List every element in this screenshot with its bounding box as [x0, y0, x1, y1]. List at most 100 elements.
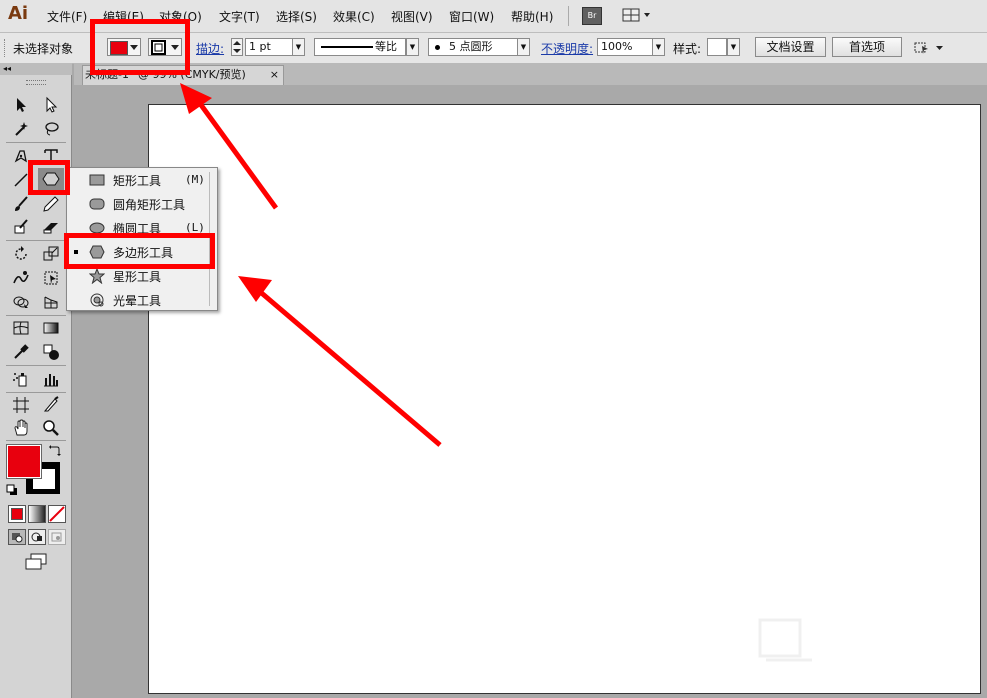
warp-tool[interactable]: [10, 268, 32, 288]
direct-selection-tool[interactable]: [40, 95, 62, 115]
annotation-box-polygon-menu: [64, 233, 215, 269]
artboard-icon: [13, 397, 29, 413]
eraser-tool[interactable]: [40, 217, 62, 237]
swap-fill-stroke-icon[interactable]: [49, 444, 61, 456]
fill-color-swatch[interactable]: [6, 444, 42, 479]
selection-tool[interactable]: [10, 95, 32, 115]
profile-label: 等比: [375, 40, 397, 53]
hand-tool[interactable]: [10, 418, 32, 438]
flyout-item-rectangle[interactable]: 矩形工具 (M): [67, 168, 217, 192]
stroke-weight-dropdown[interactable]: ▼: [292, 38, 305, 56]
brush-dropdown[interactable]: ▼: [517, 38, 530, 56]
profile-dropdown[interactable]: ▼: [406, 38, 419, 56]
preferences-button[interactable]: 首选项: [832, 37, 902, 57]
menu-window[interactable]: 窗口(W): [449, 8, 494, 25]
eyedropper-icon: [14, 344, 29, 359]
style-label: 样式:: [673, 42, 702, 56]
opacity-field[interactable]: 100%: [597, 38, 653, 56]
white-arrow-icon: [46, 96, 58, 113]
profile-line-icon: [321, 46, 373, 48]
rounded-rectangle-icon: [89, 198, 105, 210]
paintbrush-tool[interactable]: [10, 194, 32, 214]
selection-status: 未选择对象: [13, 42, 74, 56]
close-tab-button[interactable]: ×: [270, 66, 279, 84]
rotate-tool[interactable]: [10, 244, 32, 264]
gradient-tool[interactable]: [40, 318, 62, 338]
scale-tool[interactable]: [40, 244, 62, 264]
rectangle-icon: [89, 174, 105, 186]
flyout-item-rounded-rectangle[interactable]: 圆角矩形工具: [67, 192, 217, 216]
blob-brush-tool[interactable]: [10, 217, 32, 237]
eyedropper-tool[interactable]: [10, 342, 32, 362]
draw-normal-button[interactable]: [8, 529, 26, 545]
tool-separator: [6, 315, 66, 316]
perspective-grid-tool[interactable]: [40, 292, 62, 312]
blend-tool[interactable]: [40, 342, 62, 362]
star-icon: [89, 268, 105, 284]
flare-icon: [90, 293, 104, 307]
brush-dot-icon: [435, 45, 440, 50]
rotate-icon: [15, 246, 27, 260]
mesh-tool[interactable]: [10, 318, 32, 338]
tool-separator: [6, 142, 66, 143]
color-mode-button[interactable]: [8, 505, 26, 523]
layout-grid-icon: [622, 8, 650, 22]
stepper-arrows-icon: [233, 41, 241, 53]
scale-icon: [43, 246, 59, 261]
grip-handle[interactable]: [4, 39, 7, 57]
brush-definition[interactable]: 5 点圆形: [428, 38, 518, 56]
annotation-box-fill-stroke: [90, 19, 190, 75]
lasso-icon: [45, 122, 59, 136]
zoom-tool[interactable]: [40, 418, 62, 438]
eraser-icon: [43, 223, 58, 234]
magic-wand-icon: [15, 122, 28, 136]
draw-inside-button[interactable]: [48, 529, 66, 545]
menu-view[interactable]: 视图(V): [391, 8, 433, 25]
tools-panel-collapse[interactable]: ◂◂: [0, 63, 72, 75]
gradient-mode-button[interactable]: [28, 505, 46, 523]
artboard-tool[interactable]: [10, 395, 32, 415]
arrange-documents-button[interactable]: [912, 40, 946, 56]
free-transform-tool[interactable]: [40, 268, 62, 288]
menu-file[interactable]: 文件(F): [47, 8, 87, 25]
gradient-icon: [43, 322, 59, 334]
column-graph-tool[interactable]: [40, 369, 62, 389]
stroke-panel-link[interactable]: 描边:: [196, 40, 224, 57]
warp-icon: [13, 271, 29, 284]
document-setup-button[interactable]: 文档设置: [755, 37, 826, 57]
slice-tool[interactable]: [40, 395, 62, 415]
slice-knife-icon: [43, 396, 59, 412]
opacity-dropdown[interactable]: ▼: [652, 38, 665, 56]
bridge-button[interactable]: Br: [582, 7, 602, 25]
flyout-item-flare[interactable]: 光晕工具: [67, 288, 217, 312]
menu-type[interactable]: 文字(T): [219, 8, 260, 25]
flyout-label: 星形工具: [113, 270, 162, 284]
menu-select[interactable]: 选择(S): [276, 8, 317, 25]
flyout-label: 矩形工具: [113, 174, 162, 188]
shape-builder-tool[interactable]: [10, 292, 32, 312]
menu-help[interactable]: 帮助(H): [511, 8, 553, 25]
symbol-sprayer-icon: [13, 373, 27, 387]
variable-width-profile[interactable]: 等比: [314, 38, 406, 56]
stroke-weight-field[interactable]: 1 pt: [245, 38, 293, 56]
tools-panel-grip[interactable]: [26, 80, 46, 85]
graphic-style-dropdown[interactable]: ▼: [727, 38, 740, 56]
column-graph-icon: [44, 374, 58, 387]
graphic-style-swatch[interactable]: [707, 38, 727, 56]
draw-behind-button[interactable]: [28, 529, 46, 545]
artboard[interactable]: [148, 104, 981, 694]
magic-wand-tool[interactable]: [10, 119, 32, 139]
lasso-tool[interactable]: [40, 119, 62, 139]
perspective-grid-icon: [44, 296, 58, 309]
workspace-switcher-button[interactable]: [622, 7, 652, 23]
flyout-label: 光晕工具: [113, 294, 162, 308]
none-mode-icon[interactable]: [48, 505, 66, 523]
menu-effect[interactable]: 效果(C): [333, 8, 375, 25]
menu-separator: [568, 6, 569, 26]
screen-mode-icon[interactable]: [24, 553, 48, 571]
symbol-sprayer-tool[interactable]: [10, 369, 32, 389]
pencil-tool[interactable]: [40, 194, 62, 214]
stroke-weight-stepper[interactable]: [231, 38, 243, 56]
opacity-panel-link[interactable]: 不透明度:: [541, 40, 593, 57]
default-fill-stroke-icon[interactable]: [6, 484, 18, 496]
